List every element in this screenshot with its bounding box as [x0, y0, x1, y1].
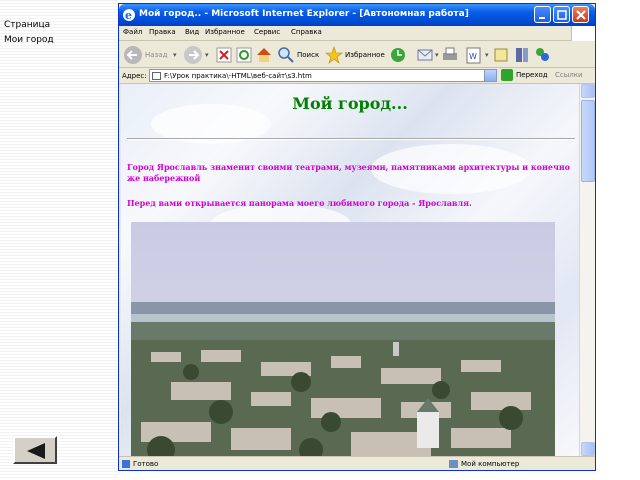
menu-edit[interactable]: Правка [149, 28, 176, 36]
menu-bar: Файл Правка Вид Избранное Сервис Справка [119, 26, 595, 41]
status-bar: Готово Мой компьютер [119, 456, 595, 470]
discuss-icon[interactable] [493, 45, 511, 65]
city-panorama-image [131, 222, 555, 456]
edit-page-icon[interactable]: W [465, 45, 483, 65]
page-content: Мой город... Город Ярославль знаменит св… [121, 84, 579, 456]
horizontal-rule [127, 138, 575, 140]
address-input[interactable]: F:\Урок практика\-HTML\веб-сайт\s3.htm [149, 69, 497, 82]
vertical-scrollbar[interactable] [579, 84, 595, 456]
messenger-icon[interactable] [533, 45, 551, 65]
address-dropdown-button[interactable] [484, 70, 496, 81]
security-zone-label: Мой компьютер [461, 460, 520, 468]
minimize-icon [539, 17, 545, 19]
page-file-icon [152, 72, 161, 80]
menu-tools[interactable]: Сервис [254, 28, 280, 36]
go-arrow-icon [501, 69, 513, 81]
back-arrow-icon[interactable] [123, 45, 143, 65]
slide-right-margin [596, 0, 640, 480]
windows-flag-icon [571, 26, 595, 41]
maximize-icon [557, 10, 567, 20]
browser-window: e Мой город.. - Microsoft Internet Explo… [118, 3, 596, 471]
left-triangle-icon [27, 443, 45, 459]
slide-back-button[interactable] [13, 436, 57, 464]
menu-help[interactable]: Справка [291, 28, 322, 36]
mail-icon[interactable] [417, 45, 435, 65]
scroll-down-button[interactable] [581, 442, 595, 456]
search-icon[interactable] [277, 45, 295, 65]
search-button-label[interactable]: Поиск [297, 51, 319, 59]
intro-paragraph: Город Ярославль знаменит своими театрами… [127, 162, 571, 183]
stop-icon[interactable] [215, 45, 233, 65]
go-button-label: Переход [516, 71, 548, 79]
print-icon[interactable] [441, 45, 459, 65]
history-icon[interactable] [389, 45, 407, 65]
research-icon[interactable] [513, 45, 531, 65]
links-toolbar[interactable]: Ссылки [555, 71, 583, 79]
favorites-button-label[interactable]: Избранное [345, 51, 385, 59]
forward-dropdown-icon[interactable]: ▾ [205, 51, 209, 59]
refresh-icon[interactable] [235, 45, 253, 65]
svg-text:W: W [469, 52, 477, 61]
mail-dropdown-icon[interactable]: ▾ [435, 51, 439, 59]
address-bar: Адрес: F:\Урок практика\-HTML\веб-сайт\s… [119, 68, 595, 84]
computer-zone-icon [449, 460, 458, 468]
back-button-label[interactable]: Назад [145, 51, 167, 59]
status-text: Готово [133, 460, 159, 468]
ie-logo-icon: e [123, 9, 135, 22]
window-title: Мой город.. - Microsoft Internet Explore… [139, 9, 469, 19]
favorites-star-icon[interactable] [325, 45, 343, 65]
title-bar[interactable]: e Мой город.. - Microsoft Internet Explo… [119, 4, 595, 26]
page-heading: Мой город... [292, 94, 408, 113]
menu-view[interactable]: Вид [185, 28, 199, 36]
back-dropdown-icon[interactable]: ▾ [173, 51, 177, 59]
maximize-button[interactable] [553, 6, 570, 23]
address-value[interactable]: F:\Урок практика\-HTML\веб-сайт\s3.htm [164, 72, 312, 80]
close-icon [576, 10, 586, 20]
slide-side-panel: Страница Мои город [0, 0, 118, 480]
toolbar: Назад ▾ ▾ Поиск Избранное ▾ W ▾ [119, 42, 595, 68]
svg-text:e: e [125, 9, 132, 22]
slide-caption-line1: Страница [4, 20, 51, 30]
panorama-caption: Перед вами открывается панорама моего лю… [127, 198, 472, 208]
menu-favorites[interactable]: Избранное [205, 28, 245, 36]
edit-dropdown-icon[interactable]: ▾ [485, 51, 489, 59]
minimize-button[interactable] [534, 6, 551, 23]
close-button[interactable] [572, 6, 589, 23]
go-button[interactable]: Переход [501, 69, 553, 82]
home-icon[interactable] [255, 45, 273, 65]
menu-file[interactable]: Файл [123, 28, 142, 36]
slide-caption-line2: Мои город [4, 35, 54, 45]
address-label: Адрес: [122, 72, 147, 80]
scroll-up-button[interactable] [581, 84, 595, 98]
page-status-icon [122, 460, 130, 468]
forward-arrow-icon[interactable] [183, 45, 203, 65]
scroll-thumb[interactable] [581, 100, 595, 182]
